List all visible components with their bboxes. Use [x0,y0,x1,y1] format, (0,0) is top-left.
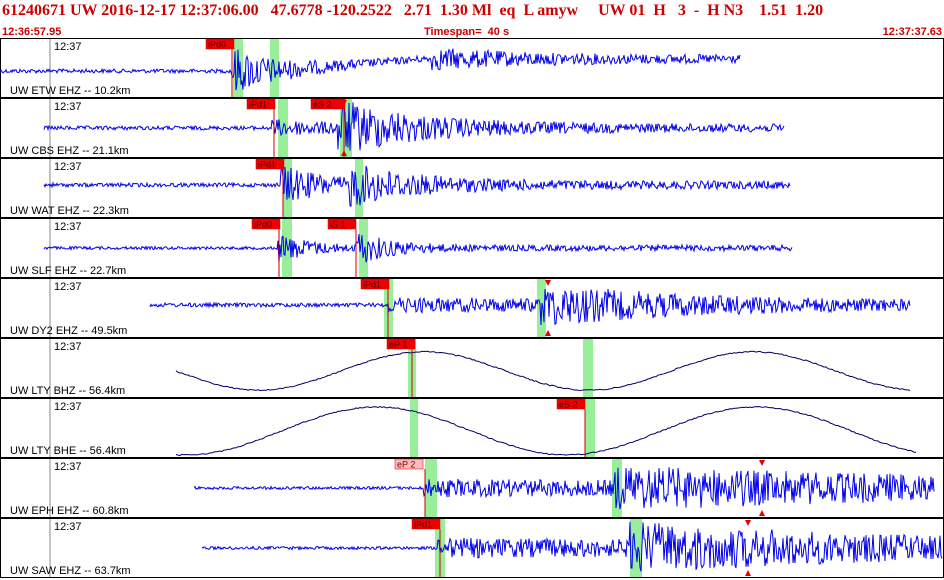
pick-label: eS 2 [559,400,578,410]
trace-row[interactable]: eS 2 12:37 UW LTY BHE -- 56.4km [0,398,944,458]
end-time-label: 12:37:37.63 [882,26,942,38]
time-tick-label: 12:37 [54,41,82,53]
trace-row[interactable]: iPd1 eS 2 12:37 UW CBS EHZ -- 21.1km [0,98,944,158]
event-header: 61240671 UW 2016-12-17 12:37:06.00 47.67… [0,0,944,24]
station-label: UW SLF EHZ -- 22.7km [10,265,126,277]
trace-frame [0,38,944,98]
time-tick-label: 12:37 [54,101,82,113]
waveform [43,233,793,264]
pick-label: iPd1 [363,280,381,290]
amplitude-marker-bottom [759,510,765,516]
waveform [175,350,911,392]
trace-row[interactable]: eP 1 12:37 UW LTY BHZ -- 56.4km [0,338,944,398]
trace-row[interactable]: iPd1 12:37 UW SAW EHZ -- 63.7km [0,518,944,578]
waveform [43,165,791,207]
station-label: UW WAT EHZ -- 22.3km [10,205,129,217]
amplitude-marker-top [759,460,765,466]
phase-window [410,399,418,457]
amplitude-marker-top [745,520,751,526]
pick-label: eP 2 [397,460,415,470]
waveform [43,102,785,151]
time-tick-label: 12:37 [54,521,82,533]
station-label: UW CBS EHZ -- 21.1km [10,145,129,157]
station-label: UW EPH EHZ -- 60.8km [10,505,129,517]
time-tick-label: 12:37 [54,221,82,233]
time-tick-label: 12:37 [54,341,82,353]
station-label: UW LTY BHZ -- 56.4km [10,385,125,397]
pick-label: iPd0 [254,220,272,230]
station-label: UW LTY BHE -- 56.4km [10,445,126,457]
trace-frame [0,158,944,218]
station-label: UW SAW EHZ -- 63.7km [10,565,131,577]
waveform [175,405,916,457]
pick-label: eS 2 [313,100,332,110]
phase-window [583,339,593,397]
time-tick-label: 12:37 [54,281,82,293]
pick-label: iPd1 [414,520,432,530]
trace-row[interactable]: eP 2 12:37 UW EPH EHZ -- 60.8km [0,458,944,518]
time-tick-label: 12:37 [54,401,82,413]
waveform [0,48,741,91]
trace-frame [0,398,944,458]
amplitude-marker-bottom [745,570,751,576]
pick-label: iPd1 [258,160,276,170]
waveform [201,521,943,572]
station-label: UW ETW EHZ -- 10.2km [10,85,130,97]
waveform [193,467,935,510]
pick-label: iPd1 [249,100,267,110]
trace-row[interactable]: iPd1 12:37 UW DY2 EHZ -- 49.5km [0,278,944,338]
time-tick-label: 12:37 [54,461,82,473]
event-summary-title: 61240671 UW 2016-12-17 12:37:06.00 47.67… [2,2,824,19]
station-label: UW DY2 EHZ -- 49.5km [10,325,127,337]
pick-label: iPd0 [208,40,226,50]
trace-frame [0,278,944,338]
trace-row[interactable]: iPd0 12:37 UW ETW EHZ -- 10.2km [0,38,944,98]
start-time-label: 12:36:57.95 [2,26,62,38]
time-tick-label: 12:37 [54,161,82,173]
trace-row[interactable]: iPd1 12:37 UW WAT EHZ -- 22.3km [0,158,944,218]
phase-window [585,399,595,457]
trace-frame [0,458,944,518]
waveform [149,289,911,326]
trace-frame [0,338,944,398]
seismogram-panel: iPd0 12:37 UW ETW EHZ -- 10.2km iPd1 eS 2 12:… [0,38,944,578]
trace-row[interactable]: iPd0 iS 1 12:37 UW SLF EHZ -- 22.7km [0,218,944,278]
timespan-label: Timespan= 40 s [424,26,510,38]
pick-label: iS 1 [330,220,346,230]
pick-label: eP 1 [389,340,407,350]
